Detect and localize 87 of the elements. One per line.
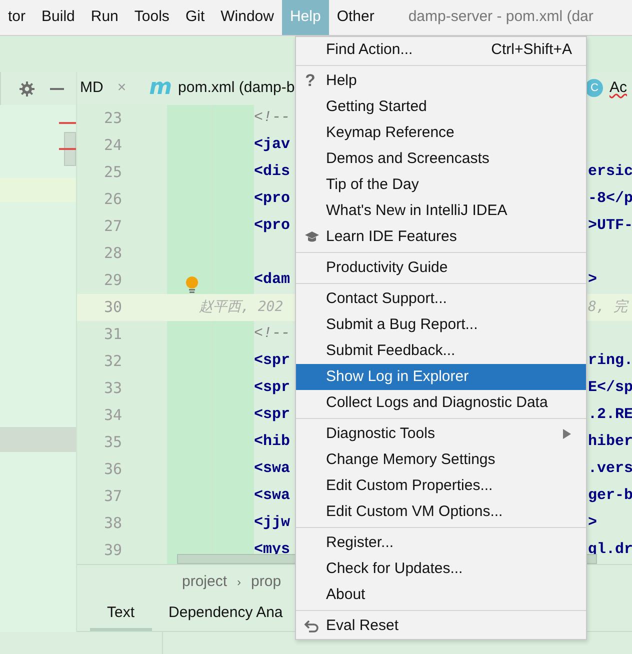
line-number: 29 <box>104 270 122 292</box>
line-number: 25 <box>104 162 122 184</box>
code-text: > <box>588 513 598 534</box>
editor-mode-tab[interactable]: Text <box>90 598 152 632</box>
undo-icon <box>304 618 320 634</box>
menu-item[interactable]: Learn IDE Features <box>296 224 586 250</box>
code-text: <!-- <box>254 324 290 344</box>
menu-item[interactable]: Tools <box>126 0 178 35</box>
line-number: 24 <box>104 135 122 156</box>
code-text: hiber <box>588 432 632 452</box>
blame-annotation: 8, 完 <box>588 298 628 317</box>
code-text: ersic <box>588 162 632 182</box>
code-text: <dis <box>254 162 290 182</box>
line-number: 28 <box>104 243 122 264</box>
menu-item[interactable]: Edit Custom VM Options... <box>296 499 586 525</box>
line-number: 35 <box>104 432 122 454</box>
settings-icon[interactable] <box>19 80 35 96</box>
line-number: 38 <box>104 513 122 534</box>
menu-item[interactable]: Submit Feedback... <box>296 338 586 364</box>
code-text: <spr <box>254 405 290 426</box>
menu-item[interactable]: What's New in IntelliJ IDEA <box>296 198 586 224</box>
menu-item[interactable]: Contact Support... <box>296 286 586 312</box>
breadcrumb[interactable]: prop <box>251 570 282 594</box>
shortcut-text: Ctrl+Shift+A <box>491 40 572 60</box>
code-text: ql.dr <box>588 540 632 560</box>
code-text: E</sp <box>588 378 632 398</box>
line-number: 32 <box>104 351 122 372</box>
code-text: >UTF- <box>588 216 632 236</box>
code-text: <!-- <box>254 108 290 128</box>
code-text: ring. <box>588 351 632 372</box>
code-text: .vers <box>588 459 632 480</box>
menu-item[interactable]: tor <box>0 0 34 35</box>
error-stripe <box>59 122 76 124</box>
editor-tab[interactable]: MD × <box>77 77 146 100</box>
menu-item[interactable]: Find Action... Ctrl+Shift+A <box>296 37 586 63</box>
line-number: 26 <box>104 189 122 210</box>
error-stripe <box>59 148 76 150</box>
line-number: 30 <box>104 297 122 318</box>
code-text: -8</p <box>588 189 632 210</box>
code-text: <jav <box>254 135 290 156</box>
menu-item[interactable]: Edit Custom Properties... <box>296 473 586 499</box>
code-text: <dam <box>254 270 290 290</box>
line-number: 37 <box>104 486 122 508</box>
code-text: <pro <box>254 189 290 210</box>
breadcrumb-separator: › <box>237 574 242 591</box>
menu-item[interactable]: Keymap Reference <box>296 120 586 146</box>
menu-item[interactable]: Register... <box>296 530 586 556</box>
menu-item[interactable]: Help ? <box>296 68 586 94</box>
line-number: 23 <box>104 108 122 130</box>
menu-item[interactable]: Git <box>177 0 213 35</box>
menu-item[interactable]: Build <box>34 0 83 35</box>
code-text: > <box>588 270 598 290</box>
scroll-thumb[interactable] <box>64 132 76 166</box>
menu-item[interactable]: Check for Updates... <box>296 556 586 582</box>
menu-item[interactable]: Submit a Bug Report... <box>296 312 586 338</box>
code-text: <pro <box>254 216 290 236</box>
code-text: <swa <box>254 486 290 506</box>
breadcrumb[interactable]: project <box>182 570 228 594</box>
help-icon: ? <box>305 68 316 94</box>
menu-item[interactable]: Getting Started <box>296 94 586 120</box>
menu-item[interactable]: Change Memory Settings <box>296 447 586 473</box>
code-text: <swa <box>254 459 290 480</box>
menu-item[interactable]: Window <box>212 0 282 35</box>
menu-item[interactable]: Collect Logs and Diagnostic Data <box>296 390 586 416</box>
code-text: <hib <box>254 432 290 452</box>
line-number: 34 <box>104 405 122 426</box>
blame-annotation: 赵平西, 202 <box>199 298 284 317</box>
menu-item[interactable]: Demos and Screencasts <box>296 146 586 172</box>
lightbulb-icon[interactable] <box>185 276 199 294</box>
code-text: <spr <box>254 378 290 398</box>
menu-item[interactable]: Show Log in Explorer <box>296 364 586 390</box>
code-text: <spr <box>254 351 290 372</box>
code-text: <jjw <box>254 513 290 534</box>
menu-item[interactable]: Other <box>328 0 382 35</box>
menu-item[interactable]: Diagnostic Tools <box>296 421 586 447</box>
code-text: ger-b <box>588 486 632 506</box>
menu-item[interactable]: Run <box>82 0 126 35</box>
line-number: 36 <box>104 459 122 480</box>
line-number: 39 <box>104 540 122 562</box>
line-number: 31 <box>104 324 122 346</box>
line-number: 33 <box>104 378 122 400</box>
file-icon: m <box>149 77 172 100</box>
window-title: damp-server - pom.xml (dar <box>407 7 594 28</box>
code-text: <mys <box>254 540 290 560</box>
menu-item[interactable]: Productivity Guide <box>296 255 586 281</box>
menu-item[interactable]: Tip of the Day <box>296 172 586 198</box>
line-number: 27 <box>104 216 122 238</box>
